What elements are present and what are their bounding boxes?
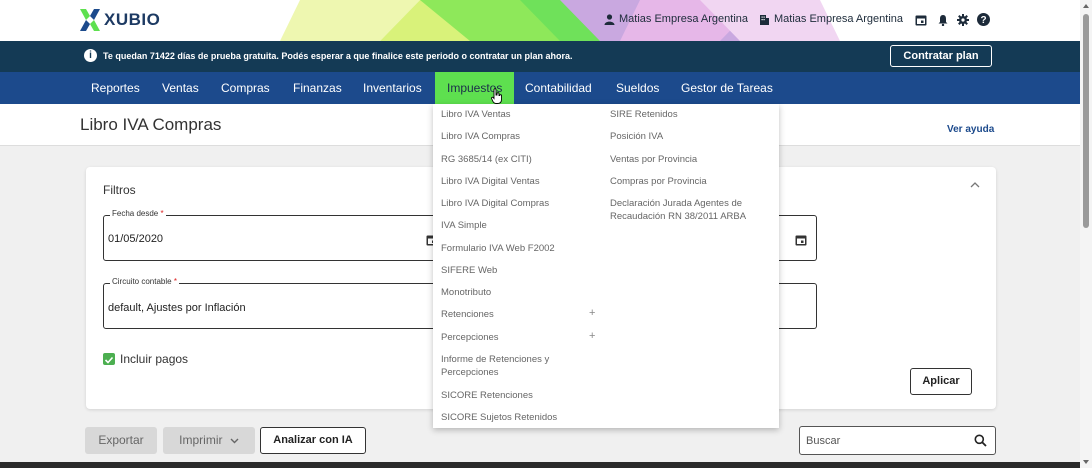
bottom-edge	[0, 462, 1080, 468]
menu-item-rg-3685[interactable]: RG 3685/14 (ex CITI)	[441, 153, 532, 166]
menu-item-declaracion-jurada-arba[interactable]: Declaración Jurada Agentes de Recaudació…	[610, 197, 770, 223]
calendar-icon[interactable]	[915, 14, 927, 26]
nav-item-contabilidad[interactable]: Contabilidad	[525, 72, 592, 104]
calendar-icon[interactable]	[795, 234, 807, 246]
menu-item-percepciones[interactable]: Percepciones	[441, 331, 499, 344]
incluir-pagos-label: Incluir pagos	[120, 352, 189, 366]
fecha-desde-field[interactable]: Fecha desde * 01/05/2020	[103, 209, 443, 261]
menu-item-formulario-iva-web[interactable]: Formulario IVA Web F2002	[441, 242, 555, 255]
nav-item-ventas[interactable]: Ventas	[162, 72, 199, 104]
company-menu[interactable]: Matias Empresa Argentina	[759, 13, 903, 25]
xubio-logo-icon	[80, 9, 100, 31]
building-icon	[760, 14, 769, 25]
menu-item-sicore-sujetos-retenidos[interactable]: SICORE Sujetos Retenidos	[441, 411, 557, 424]
menu-item-retenciones[interactable]: Retenciones	[441, 308, 494, 321]
analizar-con-ia-button[interactable]: Analizar con IA	[260, 427, 366, 454]
imprimir-button[interactable]: Imprimir	[163, 427, 255, 454]
menu-item-ventas-por-provincia[interactable]: Ventas por Provincia	[610, 153, 697, 166]
imprimir-label: Imprimir	[179, 433, 223, 447]
trial-banner: i Te quedan 71422 días de prueba gratuit…	[0, 41, 1080, 72]
check-icon	[104, 356, 114, 364]
gear-icon[interactable]	[957, 14, 969, 26]
menu-item-iva-simple[interactable]: IVA Simple	[441, 219, 487, 232]
scroll-down-arrow-icon[interactable]	[1083, 460, 1089, 464]
nav-item-gestor-de-tareas[interactable]: Gestor de Tareas	[681, 72, 773, 104]
menu-item-libro-iva-digital-ventas[interactable]: Libro IVA Digital Ventas	[441, 175, 540, 188]
help-icon[interactable]: ?	[977, 13, 990, 26]
menu-item-monotributo[interactable]: Monotributo	[441, 286, 491, 299]
impuestos-dropdown: Libro IVA Ventas Libro IVA Compras RG 36…	[433, 104, 779, 428]
search-icon[interactable]	[974, 434, 987, 447]
contratar-plan-button[interactable]: Contratar plan	[890, 45, 992, 67]
nav-item-inventarios[interactable]: Inventarios	[363, 72, 422, 104]
user-icon	[604, 13, 615, 25]
circuito-contable-label: Circuito contable *	[110, 277, 179, 286]
top-header: XUBIO Matias Empresa Argentina Matias Em…	[0, 0, 1080, 41]
main-nav: Reportes Ventas Compras Finanzas Inventa…	[0, 72, 1080, 104]
nav-item-finanzas[interactable]: Finanzas	[293, 72, 342, 104]
scroll-up-arrow-icon[interactable]	[1083, 4, 1089, 8]
search-placeholder: Buscar	[806, 435, 841, 447]
circuito-contable-field[interactable]: Circuito contable * default, Ajustes por…	[103, 277, 443, 329]
menu-item-posicion-iva[interactable]: Posición IVA	[610, 130, 663, 143]
company-name: Matias Empresa Argentina	[774, 13, 904, 25]
menu-item-informe-retenciones-percepciones[interactable]: Informe de Retenciones y Percepciones	[441, 353, 591, 379]
menu-item-libro-iva-ventas[interactable]: Libro IVA Ventas	[441, 108, 511, 121]
search-box[interactable]: Buscar	[799, 426, 996, 455]
vertical-scrollbar[interactable]	[1080, 0, 1092, 468]
aplicar-button[interactable]: Aplicar	[910, 368, 972, 395]
trial-message: Te quedan 71422 días de prueba gratuita.…	[103, 51, 573, 61]
filters-title: Filtros	[103, 183, 136, 197]
circuito-contable-value: default, Ajustes por Inflación	[108, 302, 246, 314]
nav-item-compras[interactable]: Compras	[221, 72, 270, 104]
scrollbar-thumb[interactable]	[1083, 14, 1089, 228]
chevron-up-icon[interactable]	[970, 181, 980, 189]
bell-icon[interactable]	[937, 14, 949, 26]
incluir-pagos-checkbox[interactable]	[103, 353, 115, 365]
nav-item-reportes[interactable]: Reportes	[91, 72, 140, 104]
expand-percepciones-icon[interactable]: +	[589, 330, 595, 342]
menu-item-sicore-retenciones[interactable]: SICORE Retenciones	[441, 389, 533, 402]
menu-item-sifere-web[interactable]: SIFERE Web	[441, 264, 497, 277]
exportar-button[interactable]: Exportar	[85, 427, 157, 454]
hand-cursor-icon	[491, 88, 502, 104]
menu-item-libro-iva-compras[interactable]: Libro IVA Compras	[441, 130, 520, 143]
nav-item-sueldos[interactable]: Sueldos	[616, 72, 659, 104]
svg-text:?: ?	[980, 15, 986, 26]
menu-item-libro-iva-digital-compras[interactable]: Libro IVA Digital Compras	[441, 197, 549, 210]
fecha-desde-label: Fecha desde *	[110, 209, 166, 218]
expand-retenciones-icon[interactable]: +	[589, 307, 595, 319]
user-name: Matias Empresa Argentina	[619, 13, 749, 25]
info-icon: i	[84, 49, 97, 62]
menu-item-compras-por-provincia[interactable]: Compras por Provincia	[610, 175, 707, 188]
chevron-down-icon	[230, 438, 239, 444]
fecha-desde-value: 01/05/2020	[108, 233, 164, 245]
ver-ayuda-link[interactable]: Ver ayuda	[947, 124, 994, 135]
menu-item-sire-retenidos[interactable]: SIRE Retenidos	[610, 108, 678, 121]
page-title: Libro IVA Compras	[80, 115, 222, 134]
xubio-logo[interactable]: XUBIO	[80, 9, 160, 31]
user-menu[interactable]: Matias Empresa Argentina	[604, 13, 748, 25]
logo-text: XUBIO	[104, 10, 161, 29]
